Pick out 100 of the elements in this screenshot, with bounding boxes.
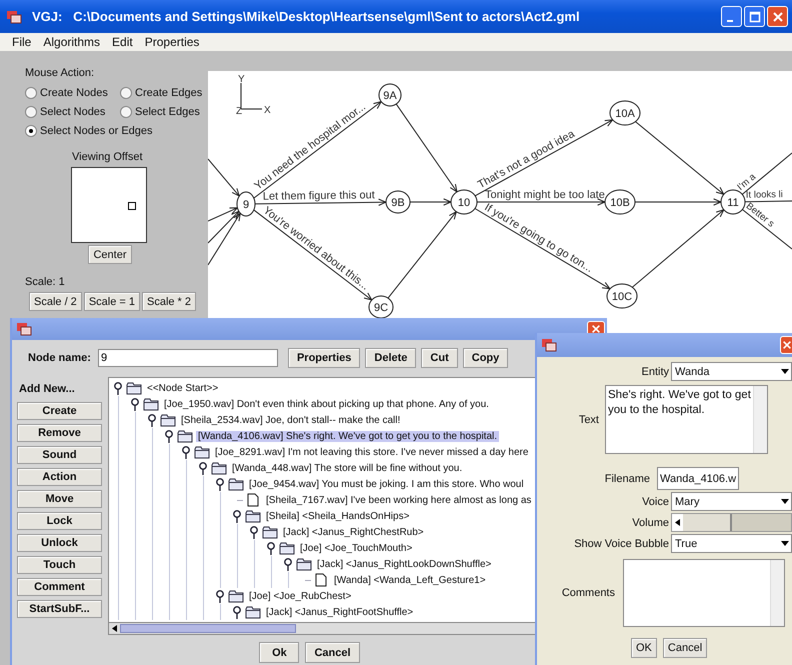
- radio-label[interactable]: Select Edges: [135, 106, 200, 118]
- entity-dropdown[interactable]: Wanda: [671, 362, 792, 381]
- tree-item[interactable]: [Joe_9454.wav] You must be joking. I am this store. Who woul: [247, 478, 526, 490]
- tree-item[interactable]: [Sheila_7167.wav] I've been working here almost as long as: [264, 494, 534, 506]
- scale-button[interactable]: Scale * 2: [142, 292, 196, 311]
- edge-arrow[interactable]: [208, 207, 239, 222]
- tree-item[interactable]: [Joe] <Joe_TouchMouth>: [298, 542, 414, 554]
- radio-label[interactable]: Create Edges: [135, 87, 202, 99]
- edge-arrow[interactable]: [396, 104, 458, 193]
- tree-item[interactable]: [Sheila] <Sheila_HandsOnHips>: [264, 510, 412, 522]
- menu-item[interactable]: Properties: [144, 35, 200, 49]
- radio-button[interactable]: [25, 106, 37, 118]
- tree-item[interactable]: [Jack] <Janus_RightFootShuffle>: [264, 606, 416, 618]
- graph-node[interactable]: 10B: [604, 190, 636, 214]
- expand-handle-icon[interactable]: [283, 558, 293, 570]
- node-tree[interactable]: [108, 377, 536, 622]
- tree-item[interactable]: [Joe_1950.wav] Don't even think about picking up that phone. Any of you.: [162, 398, 491, 410]
- center-button[interactable]: Center: [88, 245, 132, 264]
- add-button[interactable]: Unlock: [17, 534, 102, 552]
- add-button[interactable]: StartSubF...: [17, 600, 102, 618]
- edge-label[interactable]: Tonight might be too late: [485, 189, 605, 201]
- scrollbar-thumb[interactable]: [120, 624, 296, 633]
- dialog-button[interactable]: OK: [631, 638, 657, 658]
- horizontal-scrollbar[interactable]: [108, 622, 536, 635]
- graph-node[interactable]: 9: [236, 192, 256, 216]
- graph-node[interactable]: 9A: [378, 84, 402, 106]
- radio-label[interactable]: Select Nodes or Edges: [40, 125, 153, 137]
- graph-node[interactable]: 9B: [386, 190, 410, 214]
- tree-item[interactable]: <<Node Start>>: [145, 382, 220, 394]
- radio-button[interactable]: [120, 106, 132, 118]
- node-name-field[interactable]: 9: [98, 349, 278, 367]
- close-button[interactable]: [780, 336, 792, 354]
- expand-handle-icon[interactable]: [113, 382, 123, 394]
- minimize-button[interactable]: [721, 6, 742, 27]
- expand-handle-icon[interactable]: [164, 430, 174, 442]
- tree-item[interactable]: [Wanda_4106.wav] She's right. We've got to get you to the hospital.: [196, 430, 499, 442]
- scale-button[interactable]: Scale / 2: [29, 292, 82, 311]
- scroll-left-icon[interactable]: [112, 625, 117, 632]
- expand-handle-icon[interactable]: [215, 478, 225, 490]
- graph-node[interactable]: 10: [450, 190, 478, 214]
- graph-node[interactable]: 11: [720, 190, 746, 214]
- edge-label[interactable]: It looks li: [746, 189, 783, 201]
- offset-view[interactable]: [71, 167, 147, 243]
- add-button[interactable]: Lock: [17, 512, 102, 530]
- maximize-button[interactable]: [744, 6, 765, 27]
- menu-item[interactable]: Algorithms: [43, 35, 100, 49]
- voice-bubble-dropdown[interactable]: True: [671, 534, 792, 553]
- edge-arrow[interactable]: [634, 198, 722, 206]
- tree-item[interactable]: [Wanda] <Wanda_Left_Gesture1>: [332, 574, 488, 586]
- graph-node[interactable]: 10A: [610, 100, 640, 126]
- add-button[interactable]: Touch: [17, 556, 102, 574]
- tree-item[interactable]: [Wanda_448.wav] The store will be fine without you.: [230, 462, 464, 474]
- tree-item[interactable]: [Jack] <Janus_RightLookDownShuffle>: [315, 558, 494, 570]
- comments-area[interactable]: [623, 559, 785, 627]
- radio-button[interactable]: [120, 87, 132, 99]
- graph-node[interactable]: 10C: [606, 284, 638, 308]
- scale-button[interactable]: Scale = 1: [84, 292, 140, 311]
- add-button[interactable]: Move: [17, 490, 102, 508]
- text-area[interactable]: She's right. We've got to get you to the hospital.: [605, 385, 768, 454]
- tree-item[interactable]: [Joe_8291.wav] I'm not leaving this store. I've never missed a day here: [213, 446, 530, 458]
- edge-arrow[interactable]: [208, 210, 240, 244]
- slider-left-icon[interactable]: [675, 519, 680, 526]
- expand-handle-icon[interactable]: [232, 510, 242, 522]
- dialog-button[interactable]: Cancel: [662, 638, 708, 658]
- add-button[interactable]: Comment: [17, 578, 102, 596]
- add-button[interactable]: Remove: [17, 424, 102, 442]
- edge-arrow[interactable]: [208, 212, 241, 266]
- dialog-button[interactable]: Cancel: [305, 642, 360, 663]
- add-button[interactable]: Sound: [17, 446, 102, 464]
- edge-arrow[interactable]: [208, 158, 240, 198]
- menu-item[interactable]: File: [12, 35, 32, 49]
- volume-slider[interactable]: [671, 513, 792, 532]
- cut-button[interactable]: Cut: [421, 348, 458, 368]
- filename-field[interactable]: Wanda_4106.w: [657, 467, 740, 490]
- radio-label[interactable]: Create Nodes: [40, 87, 108, 99]
- delete-button[interactable]: Delete: [365, 348, 416, 368]
- radio-button[interactable]: [25, 87, 37, 99]
- expand-handle-icon[interactable]: [147, 414, 157, 426]
- tree-item[interactable]: [Joe] <Joe_RubChest>: [247, 590, 354, 602]
- copy-button[interactable]: Copy: [462, 348, 508, 368]
- radio-label[interactable]: Select Nodes: [40, 106, 106, 118]
- properties-button[interactable]: Properties: [288, 348, 360, 368]
- expand-handle-icon[interactable]: [181, 446, 191, 458]
- edge-label[interactable]: Let them figure this out: [262, 189, 375, 203]
- expand-handle-icon[interactable]: [198, 462, 208, 474]
- add-button[interactable]: Action: [17, 468, 102, 486]
- vertical-scrollbar[interactable]: [753, 386, 767, 453]
- expand-handle-icon[interactable]: [232, 606, 242, 618]
- add-button[interactable]: Create: [17, 402, 102, 420]
- tree-item[interactable]: [Jack] <Janus_RightChestRub>: [281, 526, 426, 538]
- close-button[interactable]: [767, 6, 788, 27]
- radio-button[interactable]: [25, 125, 37, 137]
- graph-node[interactable]: 9C: [368, 296, 394, 318]
- expand-handle-icon[interactable]: [266, 542, 276, 554]
- tree-item[interactable]: [Sheila_2534.wav] Joe, don't stall-- make the call!: [179, 414, 402, 426]
- dialog-button[interactable]: Ok: [259, 642, 300, 663]
- expand-handle-icon[interactable]: [249, 526, 259, 538]
- edge-arrow[interactable]: [410, 198, 452, 206]
- menu-item[interactable]: Edit: [112, 35, 133, 49]
- expand-handle-icon[interactable]: [130, 398, 140, 410]
